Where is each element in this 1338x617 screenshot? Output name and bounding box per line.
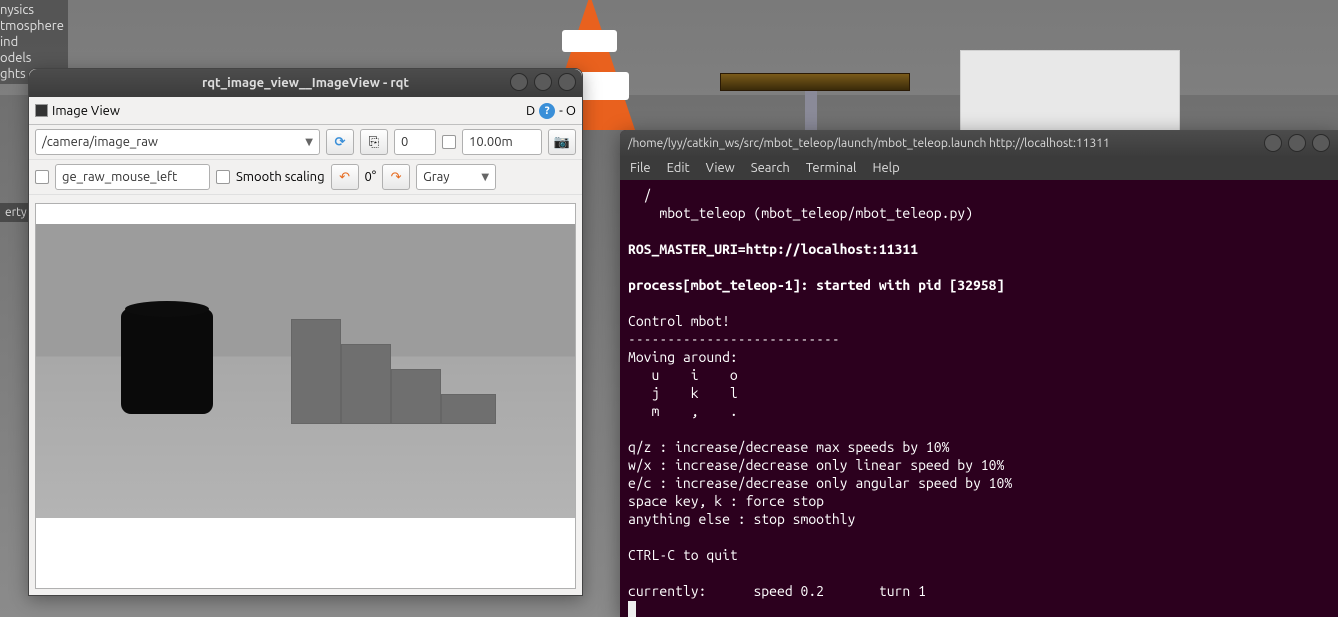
- term-line: Control mbot!: [628, 313, 730, 329]
- tree-item[interactable]: ind: [0, 34, 64, 50]
- term-line: CTRL-C to quit: [628, 547, 738, 563]
- camera-icon: 📷: [554, 135, 570, 150]
- rotate-right-button[interactable]: ↷: [382, 164, 410, 190]
- sim-table-top: [720, 73, 910, 91]
- image-stairs-shape: [291, 319, 501, 424]
- term-line: /: [628, 187, 652, 203]
- terminal-title-text: /home/lyy/catkin_ws/src/mbot_teleop/laun…: [628, 137, 1110, 150]
- refresh-button[interactable]: ⟳: [326, 129, 354, 155]
- term-line: anything else : stop smoothly: [628, 511, 855, 527]
- image-bucket-shape: [121, 309, 213, 414]
- minimize-button[interactable]: [510, 73, 528, 91]
- color-combo[interactable]: Gray ▼: [416, 164, 496, 190]
- rqt-image-view-window: rqt_image_view__ImageView - rqt Image Vi…: [28, 68, 583, 596]
- tree-item[interactable]: nysics: [0, 2, 64, 18]
- checkbox-1[interactable]: [442, 135, 456, 149]
- num-value: 0: [401, 135, 408, 149]
- mouse-topic-combo[interactable]: ge_raw_mouse_left: [55, 164, 210, 190]
- term-line: space key, k : force stop: [628, 493, 824, 509]
- menu-file[interactable]: File: [630, 161, 651, 175]
- chevron-down-icon: ▼: [305, 136, 313, 148]
- help-icon[interactable]: ?: [539, 103, 555, 119]
- color-value: Gray: [423, 170, 449, 184]
- term-line: Moving around:: [628, 349, 738, 365]
- term-line: w/x : increase/decrease only linear spee…: [628, 457, 1004, 473]
- panel-title: Image View: [52, 104, 120, 118]
- num-input[interactable]: 0: [394, 129, 436, 155]
- menu-terminal[interactable]: Terminal: [806, 161, 857, 175]
- close-button[interactable]: [1312, 134, 1330, 152]
- refresh-icon: ⟳: [335, 135, 346, 150]
- term-line: u i o: [628, 367, 738, 383]
- menu-help[interactable]: Help: [872, 161, 899, 175]
- undock-button[interactable]: - O: [559, 104, 576, 118]
- image-view-header: Image View D ? - O: [29, 97, 582, 125]
- camera-image: [36, 224, 575, 518]
- rotate-left-button[interactable]: ↶: [331, 164, 359, 190]
- gazebo-property-tab[interactable]: erty: [0, 203, 32, 222]
- maximize-button[interactable]: [1288, 134, 1306, 152]
- term-line: currently: speed 0.2 turn 1: [628, 583, 926, 599]
- topic-combo[interactable]: /camera/image_raw ▼: [35, 129, 320, 155]
- save-icon: ⎘: [369, 135, 379, 150]
- rqt-title-text: rqt_image_view__ImageView - rqt: [202, 76, 409, 90]
- smooth-checkbox[interactable]: [216, 170, 230, 184]
- term-line: j k l: [628, 385, 738, 401]
- toolbar-row-1: /camera/image_raw ▼ ⟳ ⎘ 0 10.00m 📷: [29, 125, 582, 160]
- menu-view[interactable]: View: [706, 161, 735, 175]
- tree-item[interactable]: odels: [0, 50, 64, 66]
- terminal-titlebar[interactable]: /home/lyy/catkin_ws/src/mbot_teleop/laun…: [620, 130, 1338, 156]
- close-button[interactable]: [558, 73, 576, 91]
- chevron-down-icon: ▼: [481, 171, 489, 183]
- term-line: e/c : increase/decrease only angular spe…: [628, 475, 1012, 491]
- tree-item[interactable]: tmosphere: [0, 18, 64, 34]
- mouse-topic-checkbox[interactable]: [35, 170, 49, 184]
- terminal-window: /home/lyy/catkin_ws/src/mbot_teleop/laun…: [620, 130, 1338, 617]
- angle-value: 0°: [365, 170, 377, 184]
- save-image-button[interactable]: ⎘: [360, 129, 388, 155]
- term-line: ROS_MASTER_URI=http://localhost:11311: [628, 241, 918, 257]
- term-line: ---------------------------: [628, 331, 840, 347]
- term-line: process[mbot_teleop-1]: started with pid…: [628, 277, 1004, 293]
- term-line: q/z : increase/decrease max speeds by 10…: [628, 439, 949, 455]
- terminal-menubar: File Edit View Search Terminal Help: [620, 156, 1338, 180]
- camera-image-viewport[interactable]: [35, 203, 576, 589]
- toolbar-row-2: ge_raw_mouse_left Smooth scaling ↶ 0° ↷ …: [29, 160, 582, 195]
- distance-value: 10.00m: [469, 135, 513, 149]
- rqt-titlebar[interactable]: rqt_image_view__ImageView - rqt: [29, 69, 582, 97]
- term-line: m , .: [628, 403, 738, 419]
- maximize-button[interactable]: [534, 73, 552, 91]
- d-button[interactable]: D: [526, 104, 535, 118]
- rotate-left-icon: ↶: [339, 170, 350, 185]
- menu-search[interactable]: Search: [751, 161, 790, 175]
- term-line: mbot_teleop (mbot_teleop/mbot_teleop.py): [628, 205, 973, 221]
- menu-edit[interactable]: Edit: [667, 161, 690, 175]
- minimize-button[interactable]: [1264, 134, 1282, 152]
- topic-value: /camera/image_raw: [42, 135, 158, 149]
- snapshot-button[interactable]: 📷: [548, 129, 576, 155]
- terminal-cursor: [628, 601, 636, 617]
- smooth-label: Smooth scaling: [236, 170, 325, 184]
- distance-input[interactable]: 10.00m: [462, 129, 542, 155]
- terminal-body[interactable]: / mbot_teleop (mbot_teleop/mbot_teleop.p…: [620, 180, 1338, 617]
- rotate-right-icon: ↷: [391, 170, 402, 185]
- panel-checkbox[interactable]: [35, 104, 48, 117]
- mouse-topic-value: ge_raw_mouse_left: [62, 170, 177, 184]
